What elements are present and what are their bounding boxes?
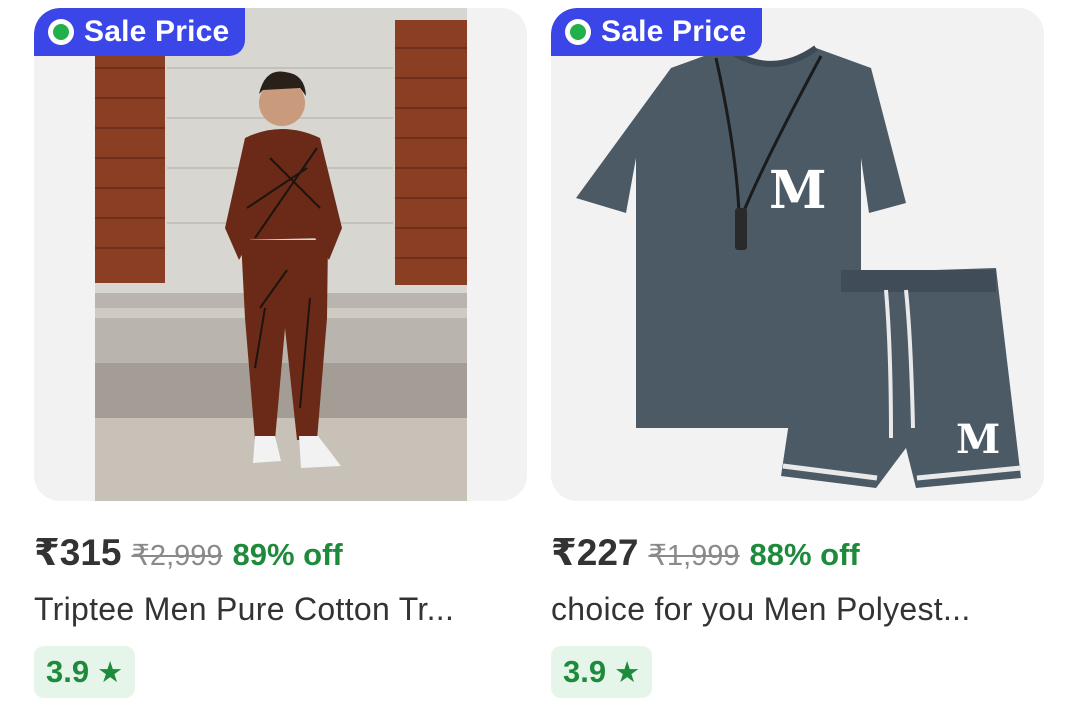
rating-value: 3.9 (46, 654, 90, 689)
badge-label: Sale Price (601, 15, 747, 48)
product-title[interactable]: choice for you Men Polyest... (551, 591, 1044, 628)
rating-badge: 3.9 ★ (34, 646, 136, 698)
product-card[interactable]: M M Sale Price ₹227 ₹1,999 88% off choic… (551, 8, 1044, 698)
star-icon: ★ (97, 656, 124, 689)
sale-price-badge: Sale Price (551, 8, 763, 56)
rating-badge: 3.9 ★ (551, 646, 653, 698)
product-title[interactable]: Triptee Men Pure Cotton Tr... (34, 591, 527, 628)
price-row: ₹227 ₹1,999 88% off (551, 531, 1044, 573)
discount-label: 89% off (232, 537, 343, 572)
original-price: ₹2,999 (131, 540, 223, 572)
live-dot-icon (48, 19, 74, 45)
svg-text:M: M (769, 160, 827, 221)
selling-price: ₹315 (34, 532, 122, 573)
original-price: ₹1,999 (648, 540, 740, 572)
svg-text:M: M (956, 416, 1000, 463)
star-icon: ★ (614, 656, 641, 689)
badge-label: Sale Price (84, 15, 230, 48)
price-row: ₹315 ₹2,999 89% off (34, 531, 527, 573)
sale-price-badge: Sale Price (34, 8, 246, 56)
product-image-container[interactable]: M M Sale Price (551, 8, 1044, 501)
product-image[interactable]: M M (551, 8, 1044, 501)
live-dot-icon (565, 19, 591, 45)
product-image-container[interactable]: Sale Price (34, 8, 527, 501)
product-image[interactable] (95, 8, 467, 501)
discount-label: 88% off (749, 537, 860, 572)
rating-value: 3.9 (563, 654, 607, 689)
product-card[interactable]: Sale Price ₹315 ₹2,999 89% off Triptee M… (34, 8, 527, 698)
selling-price: ₹227 (551, 532, 639, 573)
